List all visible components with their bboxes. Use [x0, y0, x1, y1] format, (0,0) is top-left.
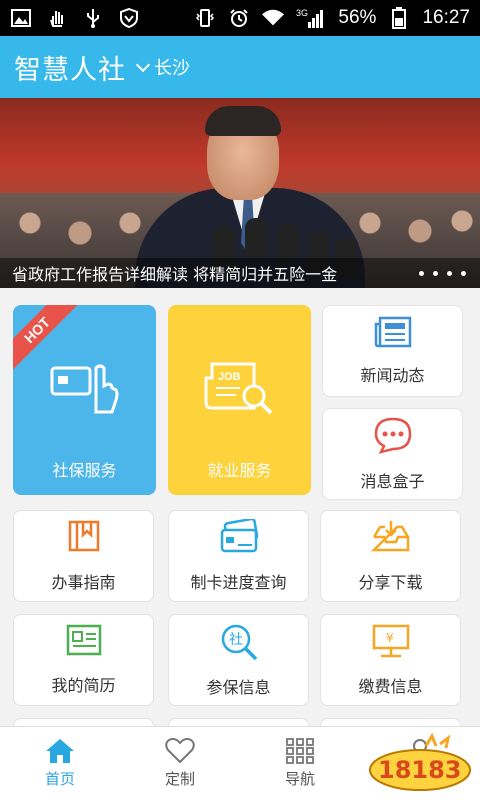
home-icon — [46, 739, 74, 763]
app-title: 智慧人社 — [14, 54, 126, 86]
nav-custom-label: 定制 — [164, 770, 195, 788]
service-guide-tile[interactable]: 办事指南 — [13, 510, 154, 602]
usb-icon — [82, 8, 104, 28]
resume-label: 我的简历 — [51, 676, 116, 695]
app-header: 智慧人社 长沙 — [0, 36, 480, 98]
vibrate-icon — [194, 8, 216, 28]
nav-navigation-label: 导航 — [284, 770, 315, 788]
employment-label: 就业服务 — [207, 461, 272, 480]
carousel-dot[interactable] — [419, 270, 424, 276]
svg-text:社: 社 — [229, 632, 243, 648]
carousel-indicator[interactable] — [419, 270, 466, 276]
message-box-tile[interactable]: 消息盒子 — [322, 408, 463, 500]
share-download-tile[interactable]: 分享下载 — [320, 510, 461, 602]
heart-icon — [165, 738, 195, 764]
download-tray-icon — [370, 519, 411, 557]
nav-home-label: 首页 — [44, 770, 75, 788]
payment-info-label: 缴费信息 — [358, 677, 423, 696]
svg-text:3G: 3G — [296, 8, 308, 18]
grid-icon — [286, 738, 314, 764]
gallery-icon — [10, 8, 32, 28]
hot-badge-label: HOT — [13, 305, 81, 374]
news-tile[interactable]: 新闻动态 — [322, 305, 463, 397]
employment-tile[interactable]: JOB 就业服务 — [168, 305, 311, 495]
clock: 16:27 — [422, 7, 470, 28]
carousel-dot[interactable] — [447, 270, 452, 276]
city-selector[interactable]: 长沙 — [135, 54, 190, 80]
news-banner[interactable]: 省政府工作报告详细解读 将精简归并五险一金 — [0, 98, 480, 288]
search-icon: 社 — [219, 622, 259, 666]
banner-caption-text: 省政府工作报告详细解读 将精简归并五险一金 — [12, 265, 338, 284]
newspaper-icon — [374, 316, 412, 352]
card-progress-label: 制卡进度查询 — [190, 573, 287, 592]
job-search-icon: JOB — [204, 358, 276, 422]
svg-text:¥: ¥ — [386, 631, 394, 645]
resume-tile[interactable]: 我的简历 — [13, 614, 154, 706]
watermark-logo: 18183 — [366, 730, 474, 794]
cards-icon — [218, 517, 260, 557]
nav-custom[interactable]: 定制 — [120, 727, 240, 800]
alarm-icon — [228, 8, 250, 28]
social-security-tile[interactable]: HOT 社保服务 — [13, 305, 156, 495]
message-box-label: 消息盒子 — [360, 472, 425, 491]
svg-text:JOB: JOB — [218, 371, 241, 383]
hand-icon — [46, 8, 68, 28]
nav-navigation[interactable]: 导航 — [240, 727, 360, 800]
card-progress-tile[interactable]: 制卡进度查询 — [168, 510, 309, 602]
news-label: 新闻动态 — [360, 366, 425, 385]
share-download-label: 分享下载 — [358, 573, 423, 592]
nav-home[interactable]: 首页 — [0, 727, 120, 800]
signal-icon: 3G — [296, 8, 326, 28]
service-grid: HOT 社保服务 JOB 就业服务 新闻动态 消息盒子 办事指南 制卡进度查询 … — [0, 288, 480, 758]
social-security-label: 社保服务 — [52, 461, 117, 480]
hot-badge: HOT — [13, 305, 83, 375]
banner-caption: 省政府工作报告详细解读 将精简归并五险一金 — [0, 258, 480, 288]
insured-info-tile[interactable]: 社 参保信息 — [168, 614, 309, 706]
insured-info-label: 参保信息 — [206, 678, 271, 697]
carousel-dot[interactable] — [461, 270, 466, 276]
battery-icon — [388, 7, 410, 29]
chat-bubble-icon — [373, 416, 413, 458]
carousel-dot[interactable] — [433, 270, 438, 276]
svg-text:18183: 18183 — [378, 756, 462, 784]
shield-icon — [118, 8, 140, 28]
resume-icon — [66, 624, 102, 660]
city-label: 长沙 — [154, 58, 190, 79]
status-bar: 3G 56% 16:27 — [0, 0, 480, 36]
payment-info-tile[interactable]: ¥ 缴费信息 — [320, 614, 461, 706]
battery-percent: 56% — [338, 7, 377, 28]
wifi-icon — [262, 8, 285, 28]
chevron-down-icon — [135, 57, 151, 73]
monitor-yen-icon: ¥ — [371, 623, 411, 663]
service-guide-label: 办事指南 — [51, 573, 116, 592]
book-icon — [67, 519, 101, 557]
